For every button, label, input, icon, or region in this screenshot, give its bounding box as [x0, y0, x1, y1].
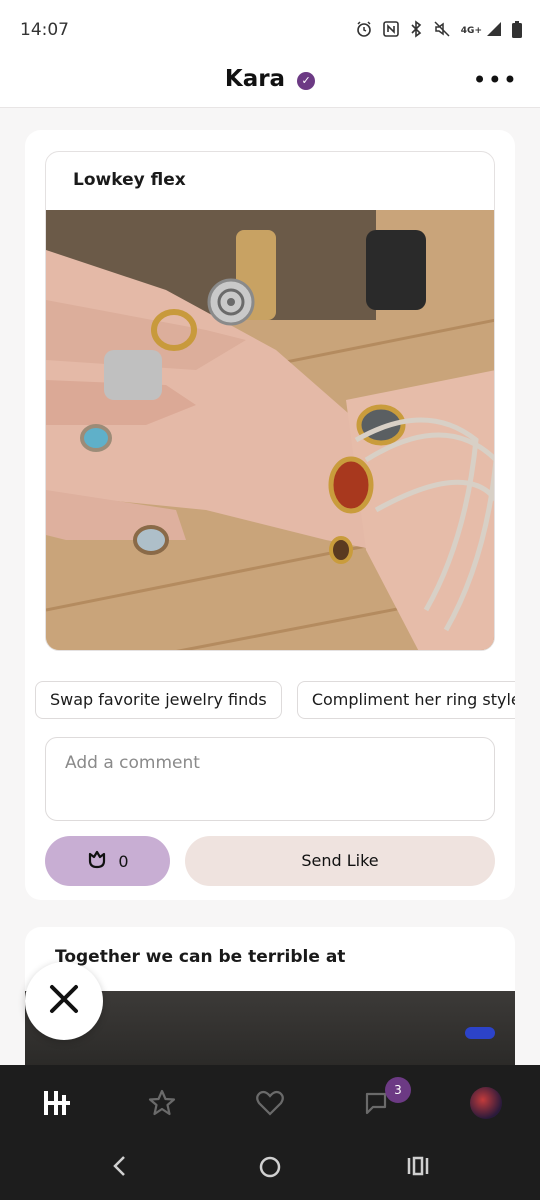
send-like-button[interactable]: Send Like: [185, 836, 495, 886]
next-prompt: Together we can be terrible at: [55, 947, 346, 967]
home-icon[interactable]: [38, 1085, 78, 1121]
more-icon[interactable]: •••: [473, 66, 518, 94]
battery-icon: [512, 20, 522, 42]
star-icon[interactable]: [142, 1085, 182, 1121]
nfc-icon: [382, 21, 399, 41]
rose-icon: [86, 848, 108, 874]
comment-input[interactable]: Add a comment: [45, 737, 495, 821]
home-circle-icon[interactable]: [258, 1155, 282, 1185]
bottom-nav: 3: [0, 1065, 540, 1141]
close-icon: [49, 984, 79, 1018]
profile-title: Kara ✓: [0, 66, 540, 92]
profile-header: Kara ✓ •••: [0, 58, 540, 108]
rose-count: 0: [118, 851, 129, 871]
skip-button[interactable]: [25, 962, 103, 1040]
network-label: 4G+: [460, 26, 482, 36]
back-icon[interactable]: [110, 1155, 130, 1183]
jewelry-photo[interactable]: [46, 210, 494, 650]
send-rose-button[interactable]: 0: [45, 836, 170, 886]
chip-compliment-ring[interactable]: Compliment her ring style: [296, 681, 515, 719]
photo-prompt: Lowkey flex: [73, 170, 186, 190]
suggestion-chips: Swap favorite jewelry finds Compliment h…: [35, 681, 515, 721]
status-time: 14:07: [20, 20, 69, 40]
next-photo-detail: [465, 1027, 495, 1039]
signal-icon: [486, 21, 502, 41]
mute-icon: [433, 20, 451, 42]
system-nav: [0, 1141, 540, 1200]
status-bar: 14:07 4G+: [0, 0, 540, 58]
alarm-icon: [355, 20, 373, 42]
photo-prompt-card[interactable]: Lowkey flex: [45, 151, 495, 651]
heart-icon[interactable]: [250, 1085, 290, 1121]
profile-avatar[interactable]: [470, 1087, 502, 1119]
verified-badge-icon: ✓: [297, 72, 316, 90]
recents-icon[interactable]: [406, 1155, 430, 1183]
profile-name: Kara: [224, 66, 286, 92]
chip-swap-jewelry[interactable]: Swap favorite jewelry finds: [35, 681, 282, 719]
profile-card: Lowkey flex Swap favorite jewelry finds …: [25, 130, 515, 900]
status-icons: 4G+: [355, 20, 522, 42]
bluetooth-icon: [409, 20, 423, 42]
chat-badge: 3: [385, 1077, 411, 1103]
